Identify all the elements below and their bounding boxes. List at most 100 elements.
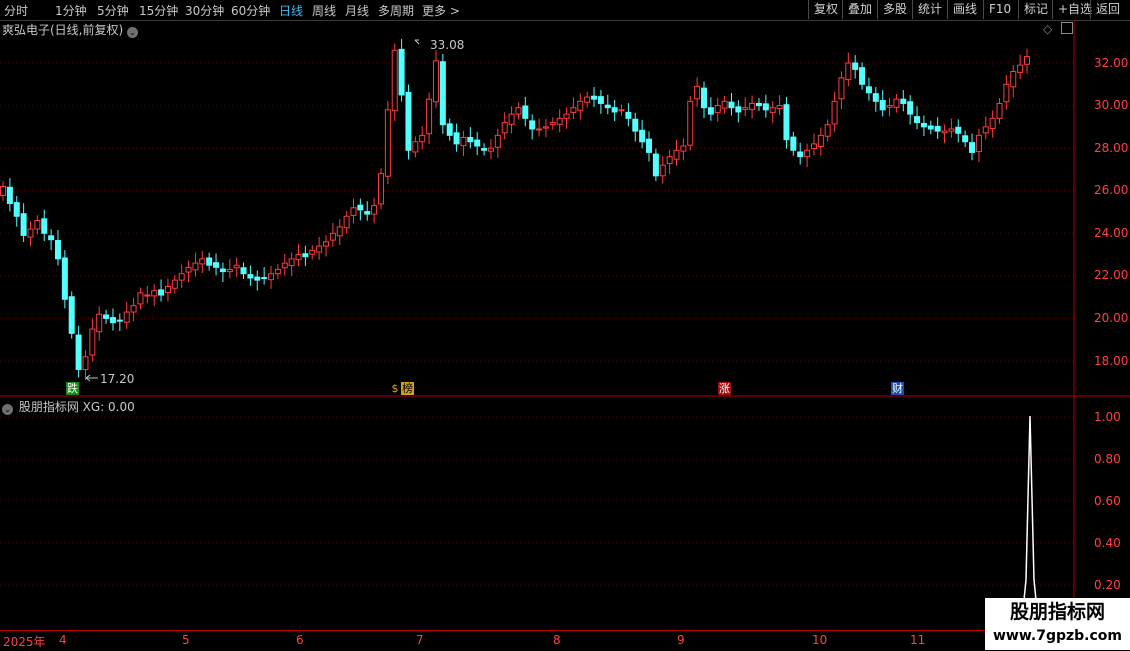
candle-body — [240, 267, 247, 275]
candle-body — [721, 100, 728, 109]
candle-body — [797, 151, 804, 158]
candle-body — [859, 67, 866, 85]
high-price-label: 33.08 — [430, 38, 465, 52]
event-rise-marker[interactable]: 涨 — [718, 382, 731, 395]
candle-body — [865, 86, 872, 94]
stock-title: 爽弘电子(日线,前复权) — [2, 23, 124, 37]
candle-body — [61, 257, 68, 300]
candle-body — [597, 96, 604, 104]
candle-body — [41, 218, 48, 234]
kline-title: 爽弘电子(日线,前复权) ⌄ — [2, 21, 140, 38]
candle-body — [494, 134, 501, 148]
time-tick: 6 — [296, 633, 304, 647]
price-tick: 32.00 — [1094, 56, 1129, 70]
candle-body — [515, 107, 522, 115]
event-finance-marker[interactable]: 财 — [891, 382, 904, 395]
panel-toggle-icon[interactable] — [1061, 22, 1073, 34]
candle-body — [996, 102, 1003, 119]
candle-body — [199, 258, 206, 265]
candle-body — [749, 102, 756, 110]
candle-body — [268, 273, 275, 281]
candle-body — [151, 290, 158, 297]
time-tick: 7 — [416, 633, 424, 647]
candle-body — [467, 137, 474, 143]
candle-body — [481, 148, 488, 151]
candle-body — [845, 62, 852, 81]
candle-body — [1010, 71, 1017, 88]
candle-body — [54, 240, 61, 260]
watermark: 股朋指标网 www.7gpzb.com — [985, 598, 1130, 650]
time-tick: 9 — [677, 633, 685, 647]
candle-body — [687, 100, 694, 146]
candle-body — [6, 186, 13, 204]
candlesticks — [0, 38, 1030, 380]
candle-body — [941, 130, 948, 134]
candle-body — [68, 296, 75, 334]
chevron-down-icon[interactable]: ⌄ — [2, 404, 13, 415]
indicator-tick: 0.80 — [1094, 452, 1121, 466]
candle-body — [591, 95, 598, 100]
candle-body — [975, 134, 982, 153]
candle-body — [666, 156, 673, 164]
price-tick: 30.00 — [1094, 98, 1129, 112]
candle-body — [522, 105, 529, 119]
candle-body — [900, 98, 907, 104]
candle-body — [969, 142, 976, 153]
candle-body — [632, 118, 639, 132]
time-tick: 11 — [910, 633, 926, 647]
price-tick: 26.00 — [1094, 183, 1129, 197]
candle-body — [89, 328, 96, 356]
price-tick: 24.00 — [1094, 226, 1129, 240]
candle-body — [137, 292, 144, 305]
candle-body — [412, 141, 419, 153]
candle-body — [116, 319, 123, 322]
diamond-icon[interactable]: ◇ — [1043, 22, 1052, 36]
candle-body — [419, 134, 426, 143]
candle-body — [20, 213, 27, 236]
candle-body — [804, 149, 811, 158]
candle-body — [123, 311, 130, 323]
candle-body — [886, 105, 893, 108]
candle-body — [350, 207, 357, 216]
candle-body — [171, 279, 178, 289]
high-marker-icon — [414, 39, 420, 45]
candle-body — [838, 77, 845, 100]
candle-body — [694, 85, 701, 100]
chevron-down-icon[interactable]: ⌄ — [127, 27, 139, 38]
candle-body — [735, 106, 742, 113]
candle-body — [323, 241, 330, 247]
candle-body — [652, 153, 659, 177]
candle-body — [96, 313, 103, 333]
candle-body — [817, 134, 824, 147]
candle-body — [274, 268, 281, 275]
candle-body — [364, 211, 371, 215]
candle-body — [872, 93, 879, 102]
candle-body — [852, 62, 859, 70]
candle-body — [426, 98, 433, 135]
candle-body — [487, 147, 494, 152]
candle-body — [34, 220, 41, 230]
candle-body — [769, 107, 776, 113]
time-tick: 10 — [812, 633, 828, 647]
candle-body — [460, 137, 467, 147]
candle-body — [625, 111, 632, 119]
candle-body — [776, 105, 783, 110]
event-rank-marker[interactable]: 榜 — [401, 382, 414, 395]
low-marker-icon — [85, 374, 98, 382]
indicator-title: ⌄ 股朋指标网 XG: 0.00 — [2, 398, 135, 415]
candle-body — [1017, 64, 1024, 73]
candle-body — [529, 120, 536, 130]
kline-chart[interactable] — [0, 0, 1130, 650]
candle-body — [920, 122, 927, 128]
candle-body — [742, 107, 749, 110]
candle-body — [75, 334, 82, 371]
candle-body — [962, 135, 969, 143]
candle-body — [618, 109, 625, 112]
candle-body — [439, 61, 446, 126]
watermark-url: www.7gpzb.com — [992, 628, 1122, 644]
indicator-tick: 0.20 — [1094, 578, 1121, 592]
event-drop-marker[interactable]: 跌 — [66, 382, 79, 395]
candle-body — [927, 125, 934, 130]
event-dollar-marker[interactable]: $ — [391, 382, 399, 395]
candle-body — [391, 49, 398, 112]
